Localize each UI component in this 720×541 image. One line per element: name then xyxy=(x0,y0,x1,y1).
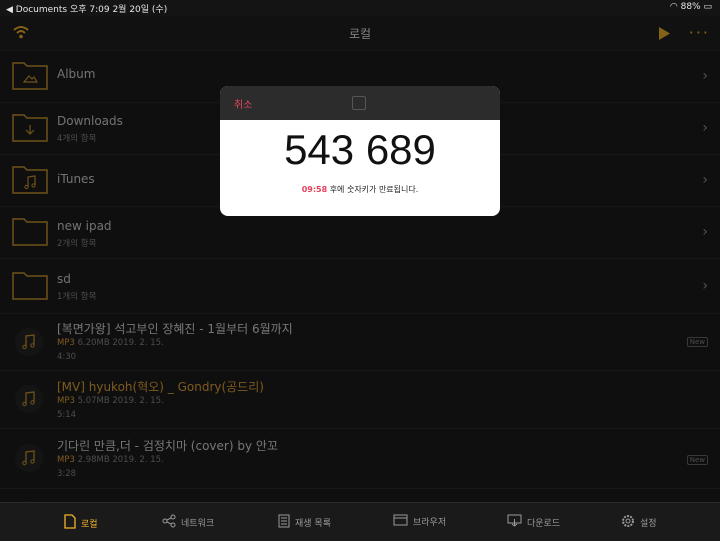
share-icon xyxy=(162,514,176,531)
tab-bar: 로컬 네트워크 재생 목록 브라우저 다운로드 설정 xyxy=(0,502,720,541)
tab-download[interactable]: 다운로드 xyxy=(507,514,560,530)
tab-label: 브라우저 xyxy=(413,518,447,528)
passcode-modal: 취소 543 689 09:58 후에 숫자키가 만료됩니다. xyxy=(220,86,500,216)
tab-label: 로컬 xyxy=(81,519,98,530)
battery-percent: ◠ 88% ▭ xyxy=(669,2,712,12)
tab-playlist[interactable]: 재생 목록 xyxy=(278,514,331,531)
modal-header: 취소 xyxy=(220,86,500,120)
browser-icon xyxy=(393,514,408,529)
tab-label: 네트워크 xyxy=(181,519,215,529)
tab-settings[interactable]: 설정 xyxy=(621,514,657,531)
tab-browser[interactable]: 브라우저 xyxy=(393,514,446,529)
tab-label: 다운로드 xyxy=(527,518,561,529)
list-icon xyxy=(278,514,290,531)
download-icon xyxy=(507,514,522,530)
wifi-status-icon: ◠ xyxy=(669,2,681,12)
tab-network[interactable]: 네트워크 xyxy=(162,514,214,531)
gear-icon xyxy=(621,514,635,531)
square-icon xyxy=(352,96,366,110)
passcode-value: 543 689 xyxy=(284,126,436,173)
tab-local[interactable]: 로컬 xyxy=(64,514,98,532)
document-icon xyxy=(64,514,76,532)
status-left: ◀ Documents 오후 7:09 2월 20일 (수) xyxy=(6,5,168,15)
cancel-button[interactable]: 취소 xyxy=(234,96,252,111)
tab-label: 설정 xyxy=(640,519,657,529)
tab-label: 재생 목록 xyxy=(295,519,331,529)
expire-time: 09:58 xyxy=(301,185,328,194)
status-bar: ◀ Documents 오후 7:09 2월 20일 (수) ◠ 88% ▭ xyxy=(0,0,720,16)
expire-message: 09:58 후에 숫자키가 만료됩니다. xyxy=(301,185,419,194)
